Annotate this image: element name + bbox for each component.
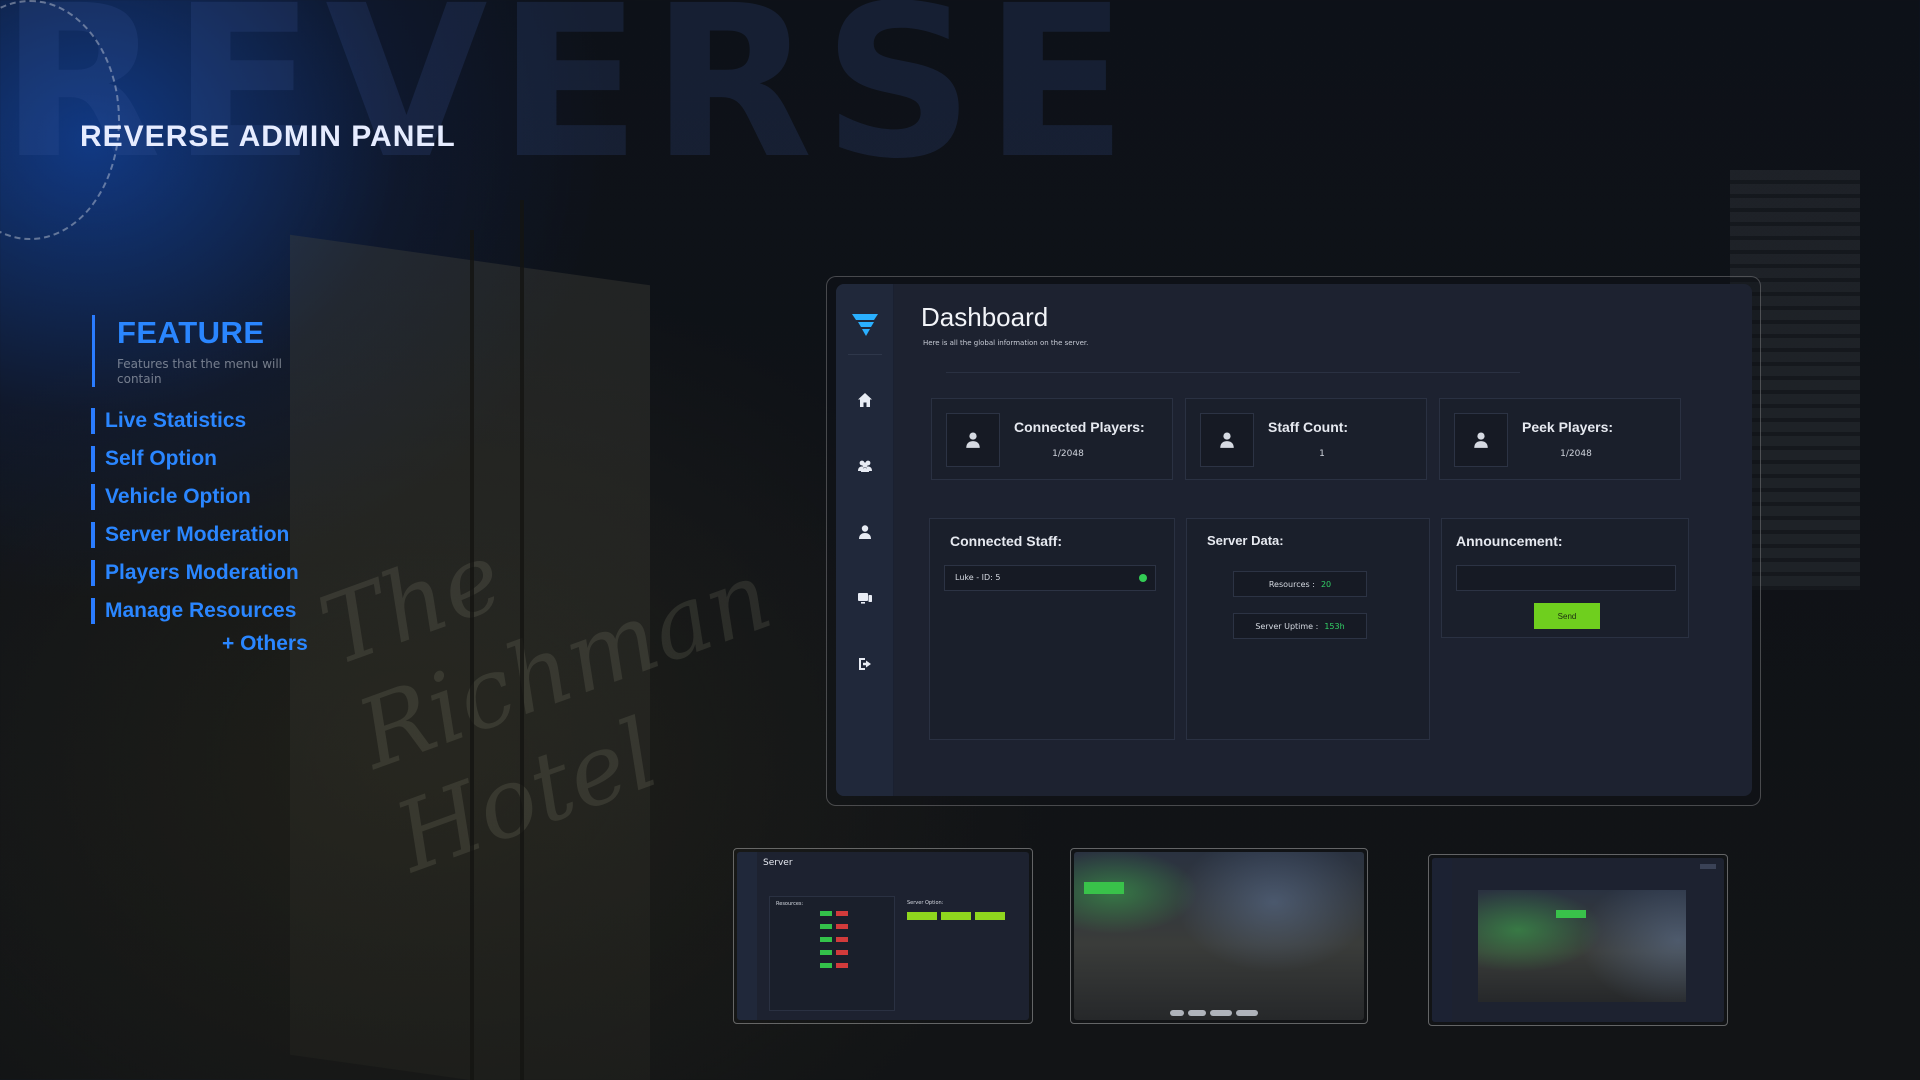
mini-stop-button: [836, 924, 848, 929]
thumbnail-noclip-panel[interactable]: [1428, 854, 1728, 1026]
user-icon: [1200, 413, 1254, 467]
stat-card-peek-players: Peek Players: 1/2048: [1439, 398, 1681, 480]
mini-stop-button: [836, 963, 848, 968]
background-palm-trunk: [470, 230, 474, 1080]
brand-title: REVERSE ADMIN PANEL: [80, 120, 456, 153]
announcement-card: Announcement: Send: [1441, 518, 1689, 638]
scene-shop-sign: [1084, 882, 1124, 894]
mini-panel-title: Server: [763, 858, 793, 868]
sidebar-self-button[interactable]: [853, 522, 877, 546]
mini-noclip-panel: [1432, 858, 1724, 1022]
server-data-title: Server Data:: [1207, 533, 1284, 548]
sidebar-home-button[interactable]: [853, 390, 877, 414]
mini-close-button: [1700, 864, 1716, 869]
mini-start-button: [820, 937, 832, 942]
reverse-logo-icon: [852, 314, 878, 336]
stat-card-staff-count: Staff Count: 1: [1185, 398, 1427, 480]
page-title: Dashboard: [921, 302, 1049, 332]
stat-value: 1/2048: [1560, 449, 1592, 459]
mini-server-option-title: Server Option:: [907, 900, 944, 906]
vehicle-icon: [857, 590, 873, 610]
feature-subtitle: Features that the menu will contain: [117, 357, 283, 386]
mini-resources-box: Resources:: [769, 896, 895, 1011]
feature-list: Live Statistics Self Option Vehicle Opti…: [91, 408, 299, 636]
stat-value: 1/2048: [1052, 449, 1084, 459]
mini-start-button: [820, 950, 832, 955]
stat-label: Connected Players:: [1014, 419, 1145, 435]
feature-item: Server Moderation: [91, 522, 299, 548]
stat-label: Staff Count:: [1268, 419, 1349, 435]
announcement-input[interactable]: [1456, 565, 1676, 591]
server-uptime: Server Uptime : 153h: [1233, 613, 1367, 639]
user-icon: [946, 413, 1000, 467]
resources-label: Resources :: [1268, 579, 1315, 589]
scene-hud-pill: [1188, 1010, 1206, 1016]
sidebar: [836, 284, 894, 796]
send-announcement-button[interactable]: Send: [1534, 603, 1600, 629]
mini-option-button: [941, 912, 971, 920]
mini-start-button: [820, 963, 832, 968]
noclip-scene-image: [1478, 890, 1686, 1002]
staff-list-item[interactable]: Luke - ID: 5: [944, 565, 1156, 591]
feature-item: Self Option: [91, 446, 299, 472]
page-subtitle: Here is all the global information on th…: [923, 339, 1089, 347]
feature-heading: FEATURE Features that the menu will cont…: [92, 315, 322, 387]
stat-value: 1: [1319, 449, 1325, 459]
thumbnail-server-panel[interactable]: Server Resources: Server Option:: [733, 848, 1033, 1024]
users-icon: [857, 458, 873, 478]
mini-start-button: [820, 924, 832, 929]
mini-server-panel: Server Resources: Server Option:: [737, 852, 1029, 1020]
mini-stop-button: [836, 950, 848, 955]
home-icon: [857, 392, 873, 412]
online-status-icon: [1139, 574, 1147, 582]
mini-option-button: [975, 912, 1005, 920]
feature-item: Players Moderation: [91, 560, 299, 586]
uptime-label: Server Uptime :: [1255, 621, 1319, 631]
mini-sidebar: [737, 852, 757, 1020]
logout-icon: [857, 656, 873, 676]
title-divider: [946, 372, 1520, 373]
scene-hud-pill: [1236, 1010, 1258, 1016]
resources-count: Resources : 20: [1233, 571, 1367, 597]
mini-stop-button: [836, 937, 848, 942]
announcement-title: Announcement:: [1456, 533, 1563, 549]
sidebar-players-button[interactable]: [853, 456, 877, 480]
thumbnail-game-scene[interactable]: [1070, 848, 1368, 1024]
feature-item: Manage Resources: [91, 598, 299, 624]
mini-option-button: [907, 912, 937, 920]
connected-staff-card: Connected Staff: Luke - ID: 5: [929, 518, 1175, 740]
sidebar-logout-button[interactable]: [853, 654, 877, 678]
uptime-value: 153h: [1324, 621, 1345, 631]
game-scene-image: [1074, 852, 1364, 1020]
resources-value: 20: [1320, 579, 1332, 589]
feature-title: FEATURE: [117, 315, 265, 350]
mini-start-button: [820, 911, 832, 916]
scene-hud-pill: [1170, 1010, 1184, 1016]
mini-resources-title: Resources:: [776, 901, 804, 907]
scene-shop-sign: [1556, 910, 1586, 918]
mini-sidebar: [1432, 858, 1452, 1022]
server-data-card: Server Data: Resources : 20 Server Uptim…: [1186, 518, 1430, 740]
mini-stop-button: [836, 911, 848, 916]
dashboard-panel: Dashboard Here is all the global informa…: [836, 284, 1752, 796]
stat-label: Peek Players:: [1522, 419, 1614, 435]
stat-card-connected-players: Connected Players: 1/2048: [931, 398, 1173, 480]
sidebar-divider: [848, 354, 882, 355]
user-icon: [1454, 413, 1508, 467]
user-icon: [857, 524, 873, 544]
scene-hud-pill: [1210, 1010, 1232, 1016]
background-watermark-word: REVERSE: [0, 0, 1138, 205]
feature-others: + Others: [222, 632, 308, 655]
staff-name: Luke - ID: 5: [955, 573, 1001, 582]
sidebar-vehicle-button[interactable]: [853, 588, 877, 612]
background-palm-trunk: [520, 200, 524, 1080]
feature-item: Live Statistics: [91, 408, 299, 434]
feature-item: Vehicle Option: [91, 484, 299, 510]
connected-staff-title: Connected Staff:: [950, 533, 1062, 549]
